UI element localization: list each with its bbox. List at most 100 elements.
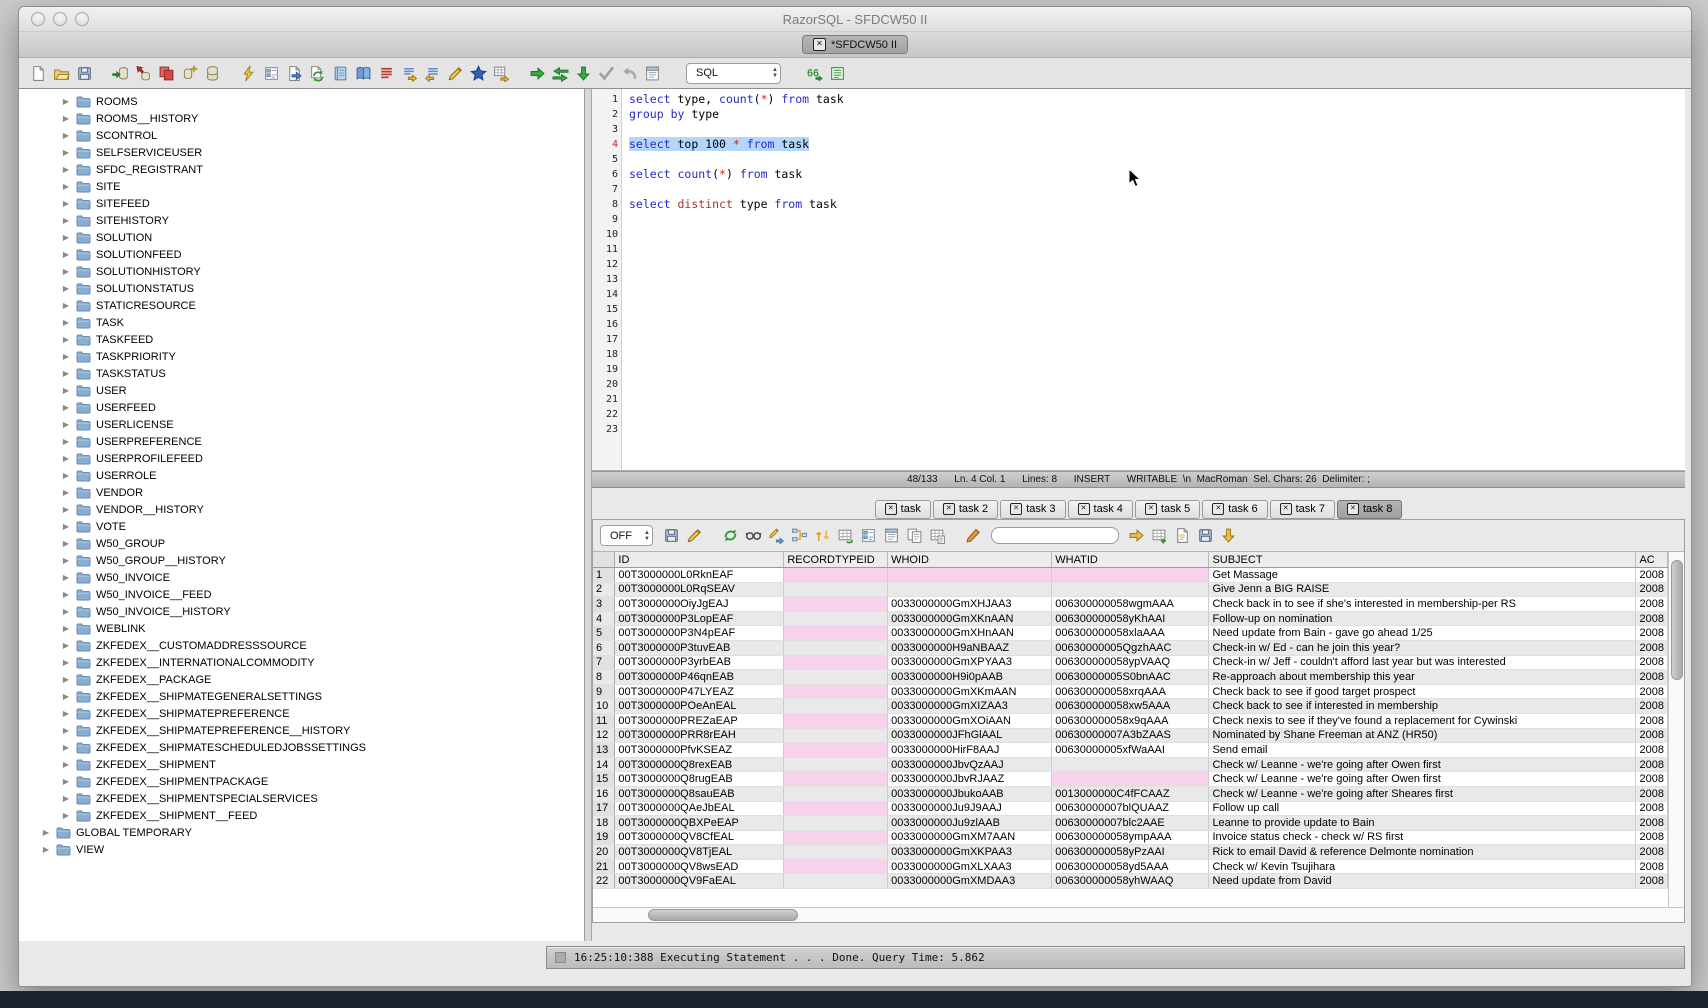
column-header[interactable]: ID xyxy=(615,552,784,568)
grid-cell[interactable]: 00T3000000QAeJbEAL xyxy=(615,801,784,816)
edit-pencil-icon[interactable] xyxy=(445,63,466,84)
table-row[interactable]: 400T3000000P3LopEAF0033000000GmXKnAAN006… xyxy=(593,611,1668,626)
result-tab[interactable]: ✕task 3 xyxy=(1000,500,1065,519)
grid-cell[interactable] xyxy=(1052,582,1209,597)
tree-item[interactable]: ▶ZKFEDEX__SHIPMATEPREFERENCE xyxy=(19,705,584,722)
code-line[interactable] xyxy=(629,407,844,422)
stepper-icon[interactable]: ▲▼ xyxy=(772,64,778,83)
tree-item[interactable]: ▶ZKFEDEX__SHIPMENTPACKAGE xyxy=(19,773,584,790)
table-row[interactable]: 1500T3000000Q8rugEAB0033000000JbvRJAAZCh… xyxy=(593,772,1668,787)
database-icon[interactable] xyxy=(202,63,223,84)
grid-cell[interactable]: Check-in w/ Jeff - couldn't afford last … xyxy=(1209,655,1636,670)
tree-arrow-icon[interactable] xyxy=(789,525,810,546)
result-tab[interactable]: ✕task 5 xyxy=(1135,500,1200,519)
row-number-header[interactable] xyxy=(593,552,615,568)
disclosure-triangle-icon[interactable]: ▶ xyxy=(61,335,71,344)
sql-history-icon[interactable] xyxy=(642,63,663,84)
tree-item[interactable]: ▶WEBLINK xyxy=(19,620,584,637)
grid-cell[interactable]: Check w/ Kevin Tsujihara xyxy=(1209,859,1636,874)
code-line[interactable] xyxy=(629,377,844,392)
disclosure-triangle-icon[interactable]: ▶ xyxy=(61,590,71,599)
tree-item[interactable]: ▶W50_GROUP__HISTORY xyxy=(19,552,584,569)
tree-item[interactable]: ▶SOLUTION xyxy=(19,229,584,246)
result-tab[interactable]: ✕task 7 xyxy=(1270,500,1335,519)
grid-cell[interactable] xyxy=(784,684,888,699)
grid-cell[interactable] xyxy=(784,699,888,714)
table-row[interactable]: 1900T3000000QV8CfEAL0033000000GmXM7AAN00… xyxy=(593,830,1668,845)
grid-cell[interactable]: Need update from Bain - gave go ahead 1/… xyxy=(1209,626,1636,641)
disclosure-triangle-icon[interactable]: ▶ xyxy=(61,301,71,310)
code-line[interactable] xyxy=(629,332,844,347)
refresh-docs-icon[interactable] xyxy=(307,63,328,84)
grid-cell[interactable] xyxy=(784,728,888,743)
tree-item[interactable]: ▶TASKSTATUS xyxy=(19,365,584,382)
result-tab[interactable]: ✕task 8 xyxy=(1337,500,1402,519)
grid-cell[interactable] xyxy=(784,757,888,772)
disclosure-triangle-icon[interactable]: ▶ xyxy=(61,454,71,463)
disclosure-triangle-icon[interactable]: ▶ xyxy=(61,658,71,667)
grid-cell[interactable]: 0033000000H9aNBAAZ xyxy=(888,640,1052,655)
sql-code-area[interactable]: select type, count(*) from taskgroup by … xyxy=(622,89,844,470)
code-line[interactable] xyxy=(629,182,844,197)
tree-item[interactable]: ▶W50_INVOICE__HISTORY xyxy=(19,603,584,620)
disclosure-triangle-icon[interactable]: ▶ xyxy=(61,352,71,361)
tree-item[interactable]: ▶ZKFEDEX__SHIPMENT xyxy=(19,756,584,773)
grid-cell[interactable] xyxy=(1052,568,1209,583)
disclosure-triangle-icon[interactable]: ▶ xyxy=(61,760,71,769)
tree-item[interactable]: ▶ZKFEDEX__CUSTOMADDRESSSOURCE xyxy=(19,637,584,654)
vertical-scrollbar[interactable] xyxy=(1668,552,1684,907)
tree-item[interactable]: ▶SOLUTIONSTATUS xyxy=(19,280,584,297)
grid-cell[interactable] xyxy=(784,772,888,787)
grid-cell[interactable]: 0033000000GmXHnAAN xyxy=(888,626,1052,641)
grid-cell[interactable] xyxy=(784,816,888,831)
table-copy-icon[interactable] xyxy=(927,525,948,546)
quote-green-icon[interactable]: 66 xyxy=(804,63,825,84)
tree-item[interactable]: ▶SELFSERVICEUSER xyxy=(19,144,584,161)
disclosure-triangle-icon[interactable]: ▶ xyxy=(61,692,71,701)
grid-cell[interactable]: 00T3000000POeAnEAL xyxy=(615,699,784,714)
grid-cell[interactable]: 0033000000JbvQzAAJ xyxy=(888,757,1052,772)
grid-cell[interactable]: 00T3000000OiyJgEAJ xyxy=(615,597,784,612)
favorites-star-icon[interactable] xyxy=(468,63,489,84)
grid-cell[interactable]: 006300000058xrqAAA xyxy=(1052,684,1209,699)
tree-item[interactable]: ▶TASK xyxy=(19,314,584,331)
disclosure-triangle-icon[interactable]: ▶ xyxy=(61,199,71,208)
disclosure-triangle-icon[interactable]: ▶ xyxy=(61,216,71,225)
tree-item[interactable]: ▶GLOBAL TEMPORARY xyxy=(19,824,584,841)
grid-cell[interactable] xyxy=(784,597,888,612)
grid-cell[interactable]: 0033000000GmXMDAA3 xyxy=(888,874,1052,889)
disclosure-triangle-icon[interactable]: ▶ xyxy=(61,403,71,412)
grid-cell[interactable]: 2008 xyxy=(1636,830,1668,845)
vertical-scrollbar-thumb[interactable] xyxy=(1671,560,1683,680)
grid-cell[interactable]: 0033000000GmXKPAA3 xyxy=(888,845,1052,860)
copy-docs-icon[interactable] xyxy=(156,63,177,84)
connect-db-icon[interactable] xyxy=(110,63,131,84)
grid-cell[interactable]: 00T3000000QBXPeEAP xyxy=(615,816,784,831)
disclosure-triangle-icon[interactable]: ▶ xyxy=(61,284,71,293)
close-button[interactable] xyxy=(31,12,45,26)
disclosure-triangle-icon[interactable]: ▶ xyxy=(61,794,71,803)
result-tab[interactable]: ✕task 6 xyxy=(1202,500,1267,519)
grid-cell[interactable] xyxy=(888,568,1052,583)
grid-cell[interactable]: 006300000058yhWAAQ xyxy=(1052,874,1209,889)
grid-cell[interactable]: 0033000000GmXM7AAN xyxy=(888,830,1052,845)
disclosure-triangle-icon[interactable]: ▶ xyxy=(61,539,71,548)
tree-item[interactable]: ▶USERPREFERENCE xyxy=(19,433,584,450)
grid-cell[interactable]: 2008 xyxy=(1636,786,1668,801)
grid-cell[interactable]: 0013000000C4fFCAAZ xyxy=(1052,786,1209,801)
save-results-icon[interactable] xyxy=(661,525,682,546)
export-doc-icon[interactable] xyxy=(284,63,305,84)
tree-item[interactable]: ▶SOLUTIONHISTORY xyxy=(19,263,584,280)
grid-cell[interactable]: 00T3000000Q8sauEAB xyxy=(615,786,784,801)
table-row[interactable]: 600T3000000P3tuvEAB0033000000H9aNBAAZ006… xyxy=(593,640,1668,655)
column-header[interactable]: AC xyxy=(1636,552,1668,568)
grid-cell[interactable]: Invoice status check - check w/ RS first xyxy=(1209,830,1636,845)
disclosure-triangle-icon[interactable]: ▶ xyxy=(61,488,71,497)
grid-cell[interactable]: 2008 xyxy=(1636,743,1668,758)
grid-cell[interactable] xyxy=(784,786,888,801)
column-header[interactable]: WHOID xyxy=(888,552,1052,568)
disclosure-triangle-icon[interactable]: ▶ xyxy=(61,182,71,191)
grid-cell[interactable]: 006300000058xlaAAA xyxy=(1052,626,1209,641)
grid-cell[interactable]: Check w/ Leanne - we're going after Owen… xyxy=(1209,757,1636,772)
grid-cell[interactable]: 00T3000000Q8rexEAB xyxy=(615,757,784,772)
